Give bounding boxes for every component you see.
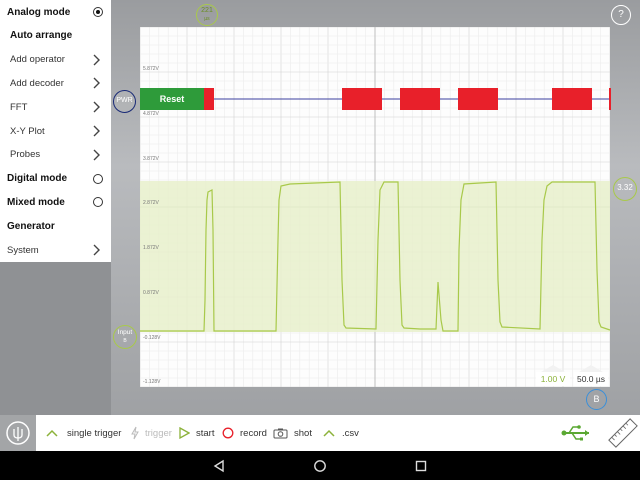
scope-grid[interactable]: [140, 27, 610, 387]
record-button[interactable]: record: [222, 415, 267, 451]
start-label: start: [196, 427, 215, 439]
home-button[interactable]: [300, 451, 340, 480]
single-trigger-label: single trigger: [67, 427, 122, 439]
chevron-right-icon: [93, 244, 100, 256]
sidebar-item-generator[interactable]: Generator: [0, 214, 111, 238]
time-per-div-control[interactable]: 50.0 µs: [574, 372, 608, 386]
system-nav-bar: [0, 451, 640, 480]
recents-icon: [415, 460, 427, 471]
sidebar-item-fft[interactable]: FFT: [0, 95, 111, 119]
usb-icon[interactable]: [561, 424, 593, 442]
sidebar-item-x-y-plot[interactable]: X-Y Plot: [0, 119, 111, 143]
input-channel-sub: B: [123, 338, 127, 344]
voltage-tick-label: -1.128V: [143, 379, 161, 385]
voltage-tick-label: 1.872V: [143, 245, 159, 251]
trigger-time-marker[interactable]: 221 µs: [196, 4, 218, 26]
voltage-tick-label: 5.872V: [143, 66, 159, 72]
decoder-reset-label: Reset: [159, 94, 185, 104]
input-channel-label: Input: [117, 329, 133, 336]
camera-icon: [273, 428, 288, 439]
back-icon: [213, 459, 224, 472]
record-label: record: [240, 427, 267, 439]
sidebar-item-label: X-Y Plot: [10, 125, 45, 137]
voltage-tick-label: 0.872V: [143, 290, 159, 296]
sidebar-item-digital-mode[interactable]: Digital mode: [0, 167, 111, 191]
radio-icon[interactable]: [93, 7, 103, 17]
toolbar-logo-area: [0, 415, 36, 451]
sidebar-item-analog-mode[interactable]: Analog mode: [0, 0, 111, 24]
time-adjust-tab[interactable]: [579, 365, 603, 372]
sidebar-item-label: System: [7, 244, 39, 256]
channel-b-label: B: [593, 394, 600, 404]
scope-grid-svg: [140, 27, 610, 387]
sidebar-menu: Analog mode Auto arrange Add operator Add d…: [0, 0, 111, 262]
sidebar-item-label: Digital mode: [7, 173, 68, 185]
help-icon: ?: [618, 9, 624, 20]
home-icon: [314, 459, 326, 472]
pwr-channel-label: PWR: [116, 97, 133, 104]
sidebar-item-label: FFT: [10, 101, 28, 113]
volts-per-div-control[interactable]: 1.00 V: [536, 372, 570, 386]
start-button[interactable]: start: [178, 415, 214, 451]
sidebar-item-auto-arrange[interactable]: Auto arrange: [0, 24, 111, 48]
chevron-up-icon: [323, 429, 335, 437]
lightning-icon: [131, 426, 139, 440]
radio-icon[interactable]: [93, 173, 103, 184]
sidebar-item-label: Auto arrange: [10, 30, 73, 42]
sidebar-item-add-decoder[interactable]: Add decoder: [0, 71, 111, 95]
sidebar-item-label: Analog mode: [7, 6, 71, 18]
trigger-level-marker[interactable]: 3.32: [613, 177, 637, 201]
back-button[interactable]: [199, 451, 239, 480]
chevron-right-icon: [93, 77, 100, 89]
chevron-right-icon: [93, 149, 100, 161]
single-trigger-button[interactable]: single trigger: [45, 415, 121, 451]
chevron-right-icon: [93, 54, 100, 66]
shot-button[interactable]: shot: [273, 415, 312, 451]
voltage-tick-label: 2.872V: [143, 200, 159, 206]
sidebar-item-probes[interactable]: Probes: [0, 143, 111, 167]
trigger-time-unit: µs: [204, 16, 210, 22]
sidebar-item-mixed-mode[interactable]: Mixed mode: [0, 190, 111, 214]
chevron-up-icon: [46, 429, 58, 437]
sidebar-item-label: Add operator: [10, 54, 65, 66]
input-channel-marker[interactable]: Input B: [113, 325, 137, 349]
trigger-level-value: 3.32: [617, 183, 633, 192]
bottom-toolbar: single trigger trigger start record shot…: [0, 415, 640, 451]
recents-button[interactable]: [401, 451, 441, 480]
sidebar-item-system[interactable]: System: [0, 238, 111, 262]
sidebar-item-label: Probes: [10, 149, 41, 161]
radio-icon[interactable]: [93, 197, 103, 208]
sidebar-item-label: Mixed mode: [7, 196, 65, 208]
record-circle-icon: [222, 427, 234, 439]
trigger-button[interactable]: trigger: [130, 415, 172, 451]
play-icon: [179, 427, 190, 439]
probe-logo-icon[interactable]: [0, 415, 36, 451]
voltage-tick-label: -0.128V: [143, 335, 161, 341]
trigger-label: trigger: [145, 427, 172, 439]
channel-b-button[interactable]: B: [586, 389, 607, 410]
voltage-tick-label: 4.872V: [143, 111, 159, 117]
sidebar-item-add-operator[interactable]: Add operator: [0, 48, 111, 72]
chevron-right-icon: [93, 125, 100, 137]
csv-label: .csv: [342, 427, 359, 439]
shot-label: shot: [294, 427, 312, 439]
volts-adjust-tab[interactable]: [541, 365, 565, 372]
trigger-time-value: 221: [201, 7, 213, 14]
voltage-tick-label: 3.872V: [143, 156, 159, 162]
csv-export-button[interactable]: .csv: [322, 415, 359, 451]
chevron-right-icon: [93, 101, 100, 113]
ruler-icon[interactable]: [606, 416, 640, 450]
pwr-channel-marker[interactable]: PWR: [113, 90, 136, 113]
sidebar-item-label: Add decoder: [10, 77, 64, 89]
help-button[interactable]: ?: [611, 5, 631, 25]
sidebar-item-label: Generator: [7, 220, 55, 232]
